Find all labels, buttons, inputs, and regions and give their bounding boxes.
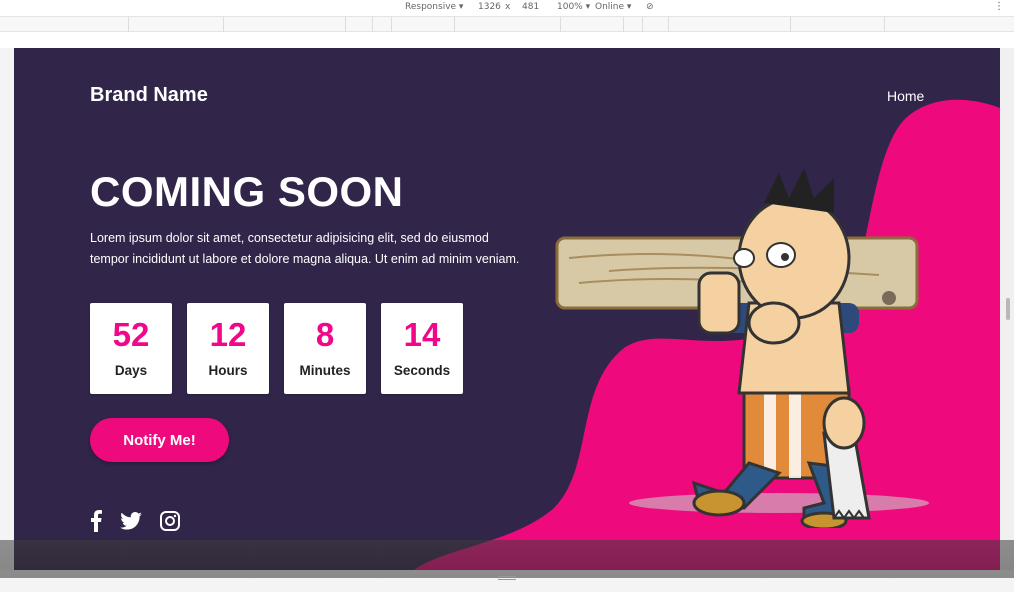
network-label: Online (595, 2, 625, 12)
dimension-separator: x (505, 2, 511, 12)
zoom-select[interactable]: 100% ▾ (557, 2, 590, 12)
twitter-icon[interactable] (120, 512, 142, 534)
social-links (90, 510, 180, 536)
facebook-icon[interactable] (90, 510, 102, 536)
countdown-label: Hours (208, 363, 248, 378)
countdown-value: 12 (209, 316, 247, 353)
countdown-value: 8 (315, 316, 335, 353)
viewport-bottom-overlay (0, 540, 1014, 578)
notify-me-button[interactable]: Notify Me! (90, 418, 229, 462)
device-select[interactable]: Responsive ▾ (405, 2, 463, 12)
resize-handle[interactable] (498, 576, 516, 580)
countdown-minutes: 8 Minutes (284, 303, 366, 394)
viewport-bottom-gutter (0, 578, 1014, 592)
more-options-icon[interactable]: ⋮ (994, 1, 1004, 12)
countdown-seconds: 14 Seconds (381, 303, 463, 394)
media-query-ruler (0, 16, 1014, 32)
nav-link-home[interactable]: Home (887, 88, 924, 104)
page-title: COMING SOON (90, 168, 404, 215)
countdown-timer: 52 Days 12 Hours 8 Minutes 14 Seconds (90, 303, 463, 394)
countdown-days: 52 Days (90, 303, 172, 394)
zoom-label: 100% (557, 2, 583, 12)
viewport-gutter-left (0, 48, 14, 570)
vertical-scrollbar[interactable] (1006, 298, 1010, 320)
countdown-value: 52 (112, 316, 150, 353)
instagram-icon[interactable] (160, 511, 180, 535)
countdown-label: Seconds (393, 363, 451, 378)
height-field[interactable]: 481 (522, 2, 539, 12)
countdown-label: Days (114, 363, 148, 378)
width-field[interactable]: 1326 (478, 2, 501, 12)
devtools-toolbar: Responsive ▾ 1326 x 481 100% ▾ Online ▾ … (0, 0, 1014, 16)
countdown-hours: 12 Hours (187, 303, 269, 394)
device-label: Responsive (405, 2, 457, 12)
brand-logo[interactable]: Brand Name (90, 84, 208, 107)
page-description: Lorem ipsum dolor sit amet, consectetur … (90, 231, 520, 266)
network-select[interactable]: Online ▾ (595, 2, 631, 12)
countdown-label: Minutes (299, 363, 351, 378)
rotate-icon[interactable]: ⊘ (646, 2, 654, 12)
carpenter-illustration (555, 168, 929, 528)
countdown-value: 14 (403, 316, 441, 353)
page-viewport: Brand Name Home COMING SOON Lorem ipsum … (14, 48, 1000, 570)
